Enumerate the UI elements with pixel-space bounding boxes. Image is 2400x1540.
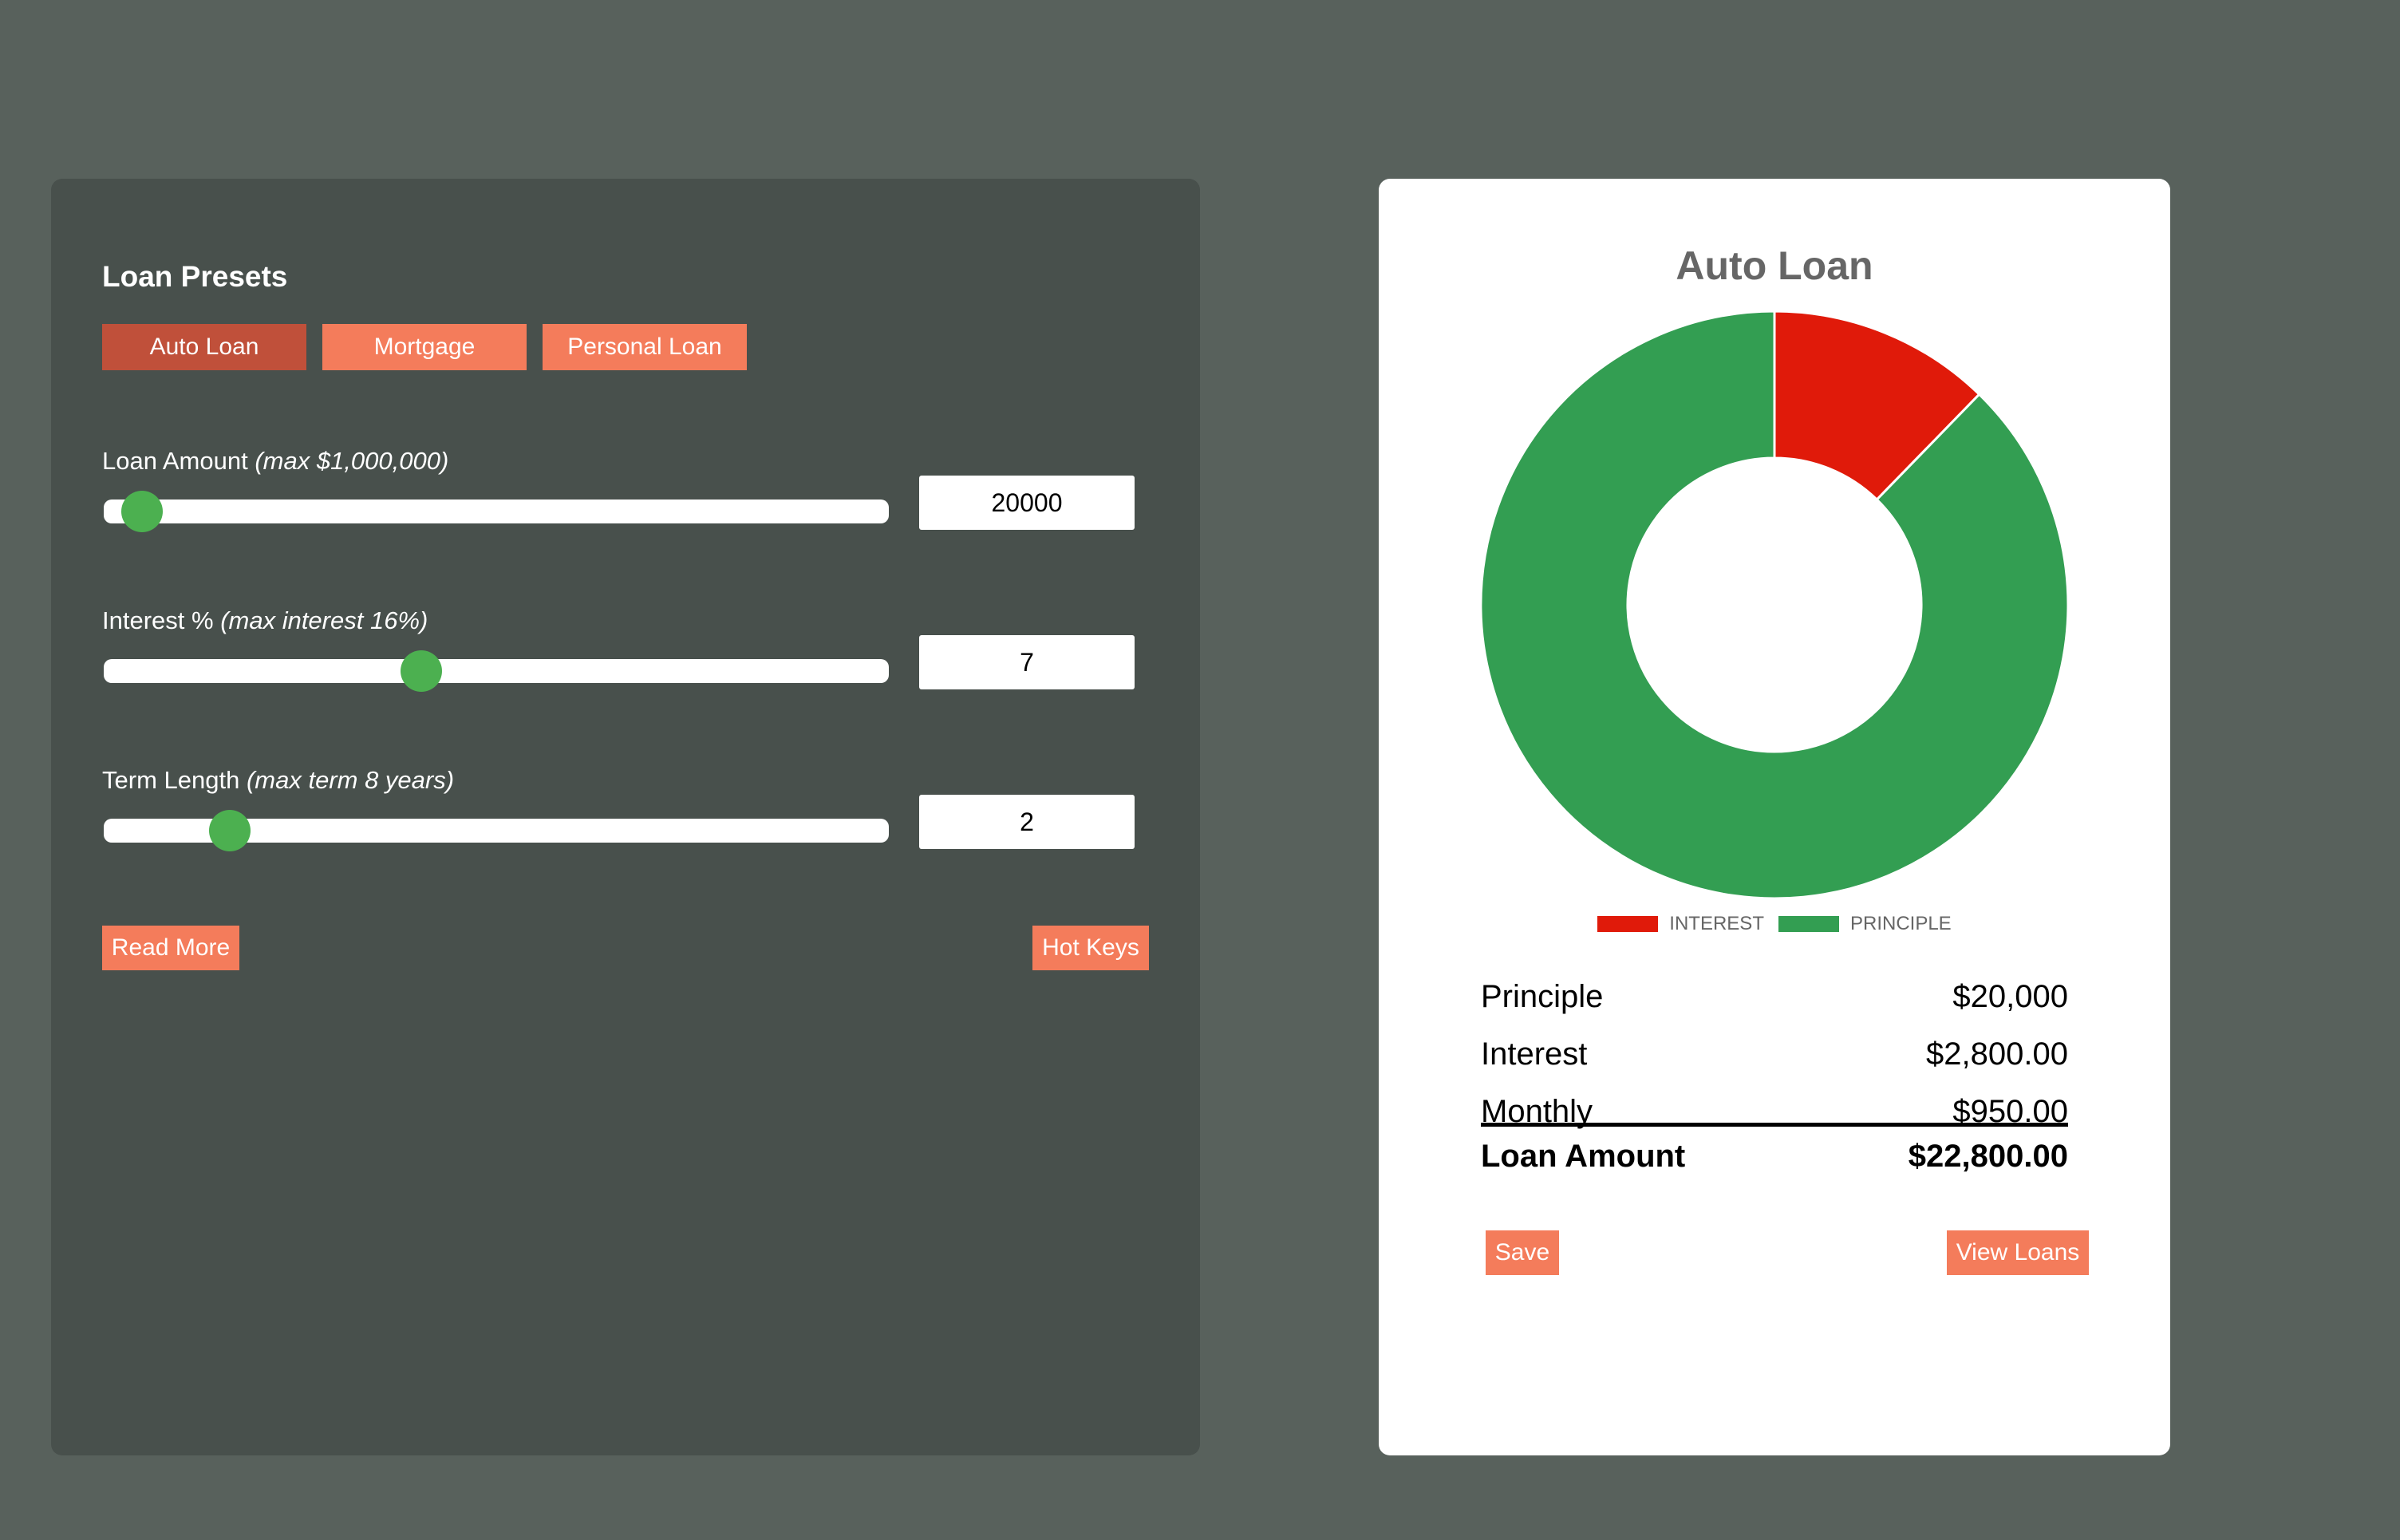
interest-hint: (max interest 16%) (220, 606, 428, 634)
legend-item-principle[interactable]: PRINCIPLE (1778, 913, 1952, 935)
principle-row: Principle $20,000 (1481, 979, 2068, 1015)
chart-legend: INTEREST PRINCIPLE (1379, 913, 2170, 935)
personal-loan-preset-button[interactable]: Personal Loan (543, 324, 747, 370)
loan-summary-panel: Auto Loan INTEREST PRINCIPLE Principle $… (1379, 179, 2170, 1455)
term-length-label: Term Length (max term 8 years) (102, 766, 454, 795)
view-loans-button[interactable]: View Loans (1947, 1230, 2089, 1275)
term-length-label-text: Term Length (102, 766, 240, 794)
interest-slider-thumb[interactable] (401, 650, 442, 692)
term-length-input[interactable]: 2 (919, 795, 1135, 849)
mortgage-preset-button[interactable]: Mortgage (322, 324, 527, 370)
term-length-slider-thumb[interactable] (209, 810, 251, 851)
loan-amount-hint: (max $1,000,000) (255, 447, 449, 475)
interest-input[interactable]: 7 (919, 635, 1135, 689)
interest-slider[interactable] (104, 650, 889, 692)
loan-amount-input[interactable]: 20000 (919, 476, 1135, 530)
interest-summary-label: Interest (1481, 1037, 1588, 1072)
read-more-button[interactable]: Read More (102, 926, 239, 970)
loan-amount-total-value: $22,800.00 (1908, 1139, 2068, 1174)
legend-label-principle: PRINCIPLE (1849, 913, 1952, 934)
interest-swatch (1597, 916, 1659, 932)
interest-label: Interest % (max interest 16%) (102, 606, 428, 635)
interest-row: Interest $2,800.00 (1481, 1037, 2068, 1072)
legend-label-interest: INTEREST (1669, 913, 1764, 934)
term-length-slider[interactable] (104, 810, 889, 851)
legend-item-interest[interactable]: INTEREST (1597, 913, 1764, 935)
term-length-hint: (max term 8 years) (246, 766, 455, 794)
loan-amount-total-row: Loan Amount $22,800.00 (1481, 1139, 2068, 1175)
interest-label-text: Interest % (102, 606, 214, 634)
principle-label: Principle (1481, 979, 1604, 1014)
total-divider (1481, 1123, 2068, 1127)
presets-title: Loan Presets (102, 260, 288, 293)
doughnut-chart (1479, 310, 2070, 900)
loan-amount-label: Loan Amount (max $1,000,000) (102, 447, 448, 476)
auto-loan-preset-button[interactable]: Auto Loan (102, 324, 306, 370)
hot-keys-button[interactable]: Hot Keys (1032, 926, 1149, 970)
principle-value: $20,000 (1952, 979, 2068, 1014)
loan-amount-slider-thumb[interactable] (121, 491, 163, 532)
interest-summary-value: $2,800.00 (1926, 1037, 2068, 1072)
loan-settings-panel: Loan Presets Auto Loan Mortgage Personal… (51, 179, 1200, 1455)
principle-swatch (1778, 916, 1839, 932)
principle-slice (1479, 310, 2070, 900)
save-button[interactable]: Save (1486, 1230, 1559, 1275)
loan-amount-total-label: Loan Amount (1481, 1139, 1686, 1174)
loan-amount-slider[interactable] (104, 491, 889, 532)
loan-amount-label-text: Loan Amount (102, 447, 248, 475)
